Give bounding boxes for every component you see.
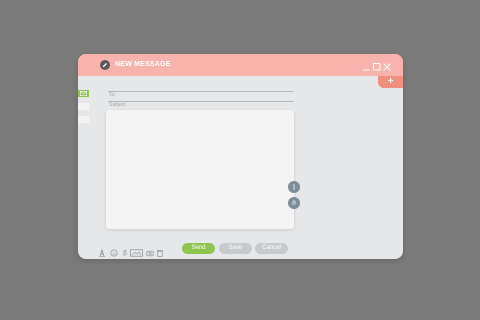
sidebar-item-folder-2[interactable] (78, 116, 89, 123)
attachment-icon (292, 200, 296, 205)
cancel-button[interactable]: Cancel (255, 243, 288, 254)
minimize-icon[interactable] (362, 59, 372, 71)
maximize-icon[interactable] (372, 59, 382, 71)
emoji-icon[interactable] (110, 244, 118, 257)
more-options-button[interactable] (288, 181, 300, 193)
close-icon[interactable] (382, 59, 392, 71)
attachment-button[interactable] (288, 197, 300, 209)
image-icon[interactable] (130, 244, 143, 257)
title-bar: NEW MESSAGE (78, 54, 403, 76)
add-tab-button[interactable]: + (378, 76, 403, 88)
sidebar-item-folder-1[interactable] (78, 103, 89, 110)
more-vertical-icon (293, 184, 295, 190)
to-field (108, 83, 294, 99)
trash-icon[interactable] (156, 244, 164, 257)
subject-field (108, 93, 294, 109)
sidebar-item-mail[interactable] (78, 90, 89, 97)
camera-icon[interactable] (146, 244, 154, 257)
compose-window: NEW MESSAGE + To: Subject Send Save Canc… (78, 54, 403, 259)
text-format-icon[interactable] (98, 244, 106, 257)
message-body[interactable] (106, 110, 294, 229)
window-title: NEW MESSAGE (115, 61, 171, 68)
attach-icon[interactable] (121, 244, 129, 256)
subject-input[interactable] (108, 101, 294, 109)
save-button[interactable]: Save (219, 243, 252, 254)
pencil-icon (100, 60, 110, 70)
mail-icon (80, 91, 87, 96)
send-button[interactable]: Send (182, 243, 215, 254)
